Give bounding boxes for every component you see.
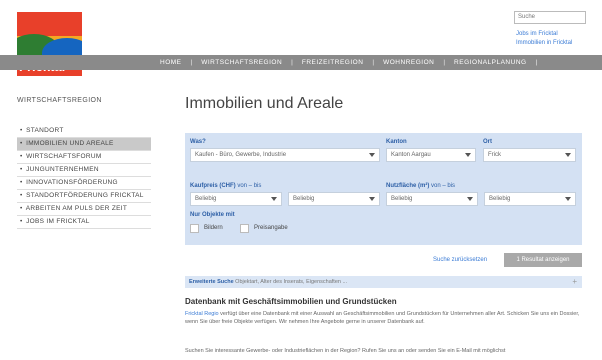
sidebar-item-innovationsfoerderung[interactable]: • INNOVATIONSFÖRDERUNG (17, 177, 151, 190)
bildern-label: Bildern (204, 225, 223, 231)
logo-landscape-icon (17, 12, 82, 58)
chevron-down-icon (565, 153, 571, 157)
nutzflaeche-to-select[interactable]: Beliebig (484, 192, 576, 206)
preisangabe-checkbox[interactable] (240, 224, 249, 233)
main-navigation: HOME | WIRTSCHAFTSREGION | FREIZEITREGIO… (0, 55, 602, 70)
chevron-down-icon (465, 153, 471, 157)
kaufpreis-from-select[interactable]: Beliebig (190, 192, 282, 206)
kanton-select[interactable]: Kanton Aargau (386, 148, 476, 162)
nav-separator: | (291, 59, 293, 66)
advanced-search-toggle[interactable]: Erweiterte Suche Objektart, Alter des In… (185, 276, 582, 288)
nav-separator: | (443, 59, 446, 66)
nav-wirtschaftsregion[interactable]: WIRTSCHAFTSREGION (201, 59, 282, 66)
nav-regionalplanung[interactable]: REGIONALPLANUNG (454, 59, 527, 66)
database-heading: Datenbank mit Geschäftsimmobilien und Gr… (185, 297, 397, 306)
nav-separator: | (535, 59, 538, 66)
kanton-label: Kanton (386, 139, 407, 145)
nav-separator: | (190, 59, 193, 66)
reset-search-link[interactable]: Suche zurücksetzen (433, 257, 487, 263)
plus-icon: + (572, 277, 577, 286)
chevron-down-icon (369, 153, 375, 157)
was-select[interactable]: Kaufen - Büro, Gewerbe, Industrie (190, 148, 380, 162)
kaufpreis-label: Kaufpreis (CHF) von – bis (190, 183, 262, 189)
ort-select[interactable]: Frick (483, 148, 576, 162)
show-results-button[interactable]: 1 Resultat anzeigen (504, 253, 582, 267)
sidebar-title: WIRTSCHAFTSREGION (17, 97, 102, 104)
sidebar-item-wirtschaftsforum[interactable]: • WIRTSCHAFTSFORUM (17, 151, 151, 164)
chevron-down-icon (271, 197, 277, 201)
jobs-link[interactable]: Jobs im Fricktal (516, 31, 558, 37)
kaufpreis-to-select[interactable]: Beliebig (288, 192, 380, 206)
nav-home[interactable]: HOME (160, 59, 182, 66)
chevron-down-icon (565, 197, 571, 201)
database-description-2: Suchen Sie interessante Gewerbe- oder In… (185, 348, 506, 354)
sidebar-item-jobs[interactable]: • JOBS IM FRICKTAL (17, 216, 151, 229)
database-description: Fricktal Regio verfügt über eine Datenba… (185, 311, 580, 325)
nutzflaeche-from-select[interactable]: Beliebig (386, 192, 478, 206)
search-filter-panel: Was? Kaufen - Büro, Gewerbe, Industrie K… (185, 133, 582, 245)
nav-separator: | (372, 59, 375, 66)
sidebar-item-arbeiten[interactable]: • ARBEITEN AM PULS DER ZEIT (17, 203, 151, 216)
nur-objekte-label: Nur Objekte mit (190, 212, 235, 218)
nav-wohnregion[interactable]: WOHNREGION (383, 59, 434, 66)
immobilien-link[interactable]: Immobilien in Fricktal (516, 40, 572, 46)
nav-freizeitregion[interactable]: FREIZEITREGION (302, 59, 364, 66)
bildern-checkbox[interactable] (190, 224, 199, 233)
sidebar-item-jungunternehmen[interactable]: • JUNGUNTERNEHMEN (17, 164, 151, 177)
sidebar-item-standortfoerderung[interactable]: • STANDORTFÖRDERUNG FRICKTAL (17, 190, 151, 203)
page-title: Immobilien und Areale (185, 95, 344, 112)
sidebar-item-immobilien[interactable]: • IMMOBILIEN UND AREALE (17, 138, 151, 151)
preisangabe-label: Preisangabe (254, 225, 288, 231)
was-label: Was? (190, 139, 206, 145)
fricktal-regio-link[interactable]: Fricktal Regio (185, 311, 219, 317)
search-input[interactable]: Suche (514, 11, 586, 24)
chevron-down-icon (467, 197, 473, 201)
ort-label: Ort (483, 139, 492, 145)
chevron-down-icon (369, 197, 375, 201)
sidebar-menu: • STANDORT • IMMOBILIEN UND AREALE • WIR… (17, 125, 151, 229)
nutzflaeche-label: Nutzfläche (m²) von – bis (386, 183, 456, 189)
sidebar-item-standort[interactable]: • STANDORT (17, 125, 151, 138)
